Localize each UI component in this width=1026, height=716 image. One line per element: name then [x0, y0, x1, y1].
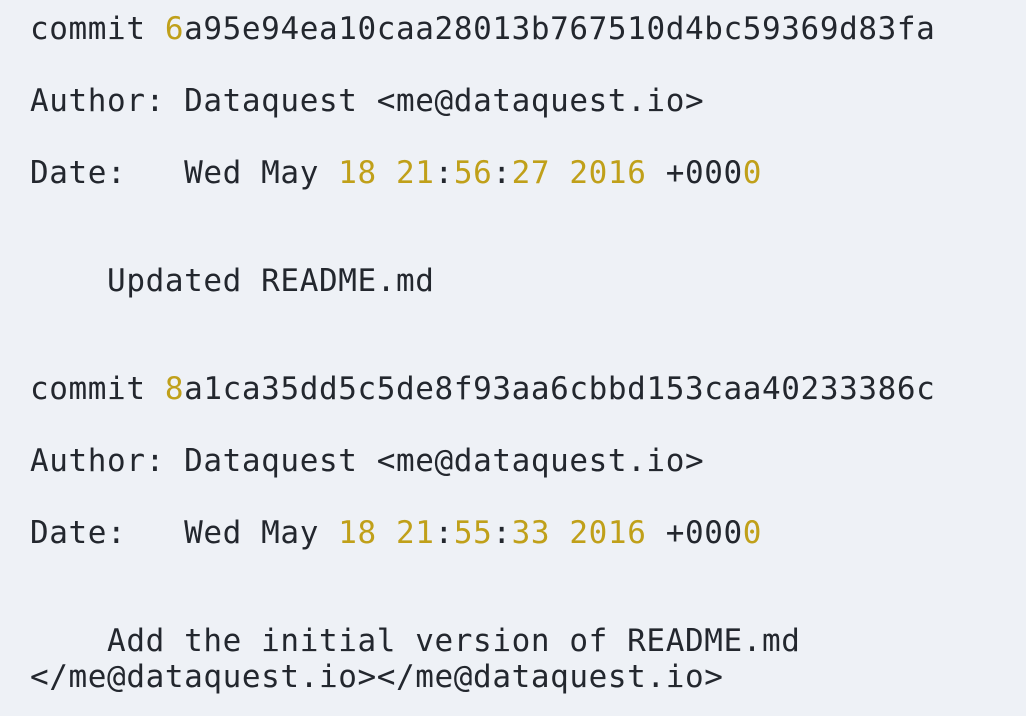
date-hour: 21: [396, 515, 435, 551]
author-line: Author: Dataquest <me@dataquest.io>: [30, 83, 704, 119]
author-value: Dataquest <me@dataquest.io>: [184, 83, 705, 119]
commit-hash-rest: a95e94ea10caa28013b767510d4bc59369d83fa: [184, 11, 936, 47]
date-day: 18: [338, 155, 377, 191]
timezone-prefix: +000: [665, 515, 743, 551]
commit-message: Add the initial version of README.md: [30, 623, 801, 659]
timezone-last-digit: 0: [742, 155, 763, 191]
time-colon: :: [492, 515, 512, 551]
author-line: Author: Dataquest <me@dataquest.io>: [30, 443, 704, 479]
date-space-2: [550, 515, 569, 551]
commit-keyword: commit: [30, 11, 165, 47]
date-space-2: [550, 155, 569, 191]
author-value: Dataquest <me@dataquest.io>: [184, 443, 705, 479]
date-line: Date: Wed May 18 21:55:33 2016 +0000: [30, 515, 762, 551]
date-minute: 55: [453, 515, 493, 551]
commit-hash-first-char: 6: [164, 11, 185, 47]
commit-hash-first-char: 8: [164, 371, 185, 407]
date-weekday-month: Wed May: [184, 515, 339, 551]
date-space-1: [377, 155, 396, 191]
time-colon: :: [492, 155, 512, 191]
date-line: Date: Wed May 18 21:56:27 2016 +0000: [30, 155, 762, 191]
date-label: Date:: [30, 155, 185, 191]
date-label: Date:: [30, 515, 185, 551]
date-year: 2016: [569, 155, 647, 191]
date-space-3: [646, 155, 665, 191]
date-minute: 56: [453, 155, 493, 191]
author-label: Author:: [30, 83, 185, 119]
time-colon: :: [434, 155, 454, 191]
commit-keyword: commit: [30, 371, 165, 407]
date-space-3: [646, 515, 665, 551]
trailing-text: </me@dataquest.io></me@dataquest.io>: [30, 659, 724, 695]
date-space-1: [377, 515, 396, 551]
date-weekday-month: Wed May: [184, 155, 339, 191]
commit-hash-rest: a1ca35dd5c5de8f93aa6cbbd153caa40233386c: [184, 371, 936, 407]
timezone-last-digit: 0: [742, 515, 763, 551]
author-label: Author:: [30, 443, 185, 479]
commit-line: commit 6a95e94ea10caa28013b767510d4bc593…: [30, 11, 935, 47]
timezone-prefix: +000: [665, 155, 743, 191]
git-log-output: commit 6a95e94ea10caa28013b767510d4bc593…: [0, 0, 1026, 716]
commit-line: commit 8a1ca35dd5c5de8f93aa6cbbd153caa40…: [30, 371, 935, 407]
date-year: 2016: [569, 515, 647, 551]
time-colon: :: [434, 515, 454, 551]
date-day: 18: [338, 515, 377, 551]
commit-message: Updated README.md: [30, 263, 435, 299]
date-second: 27: [511, 155, 551, 191]
date-hour: 21: [396, 155, 435, 191]
date-second: 33: [511, 515, 551, 551]
